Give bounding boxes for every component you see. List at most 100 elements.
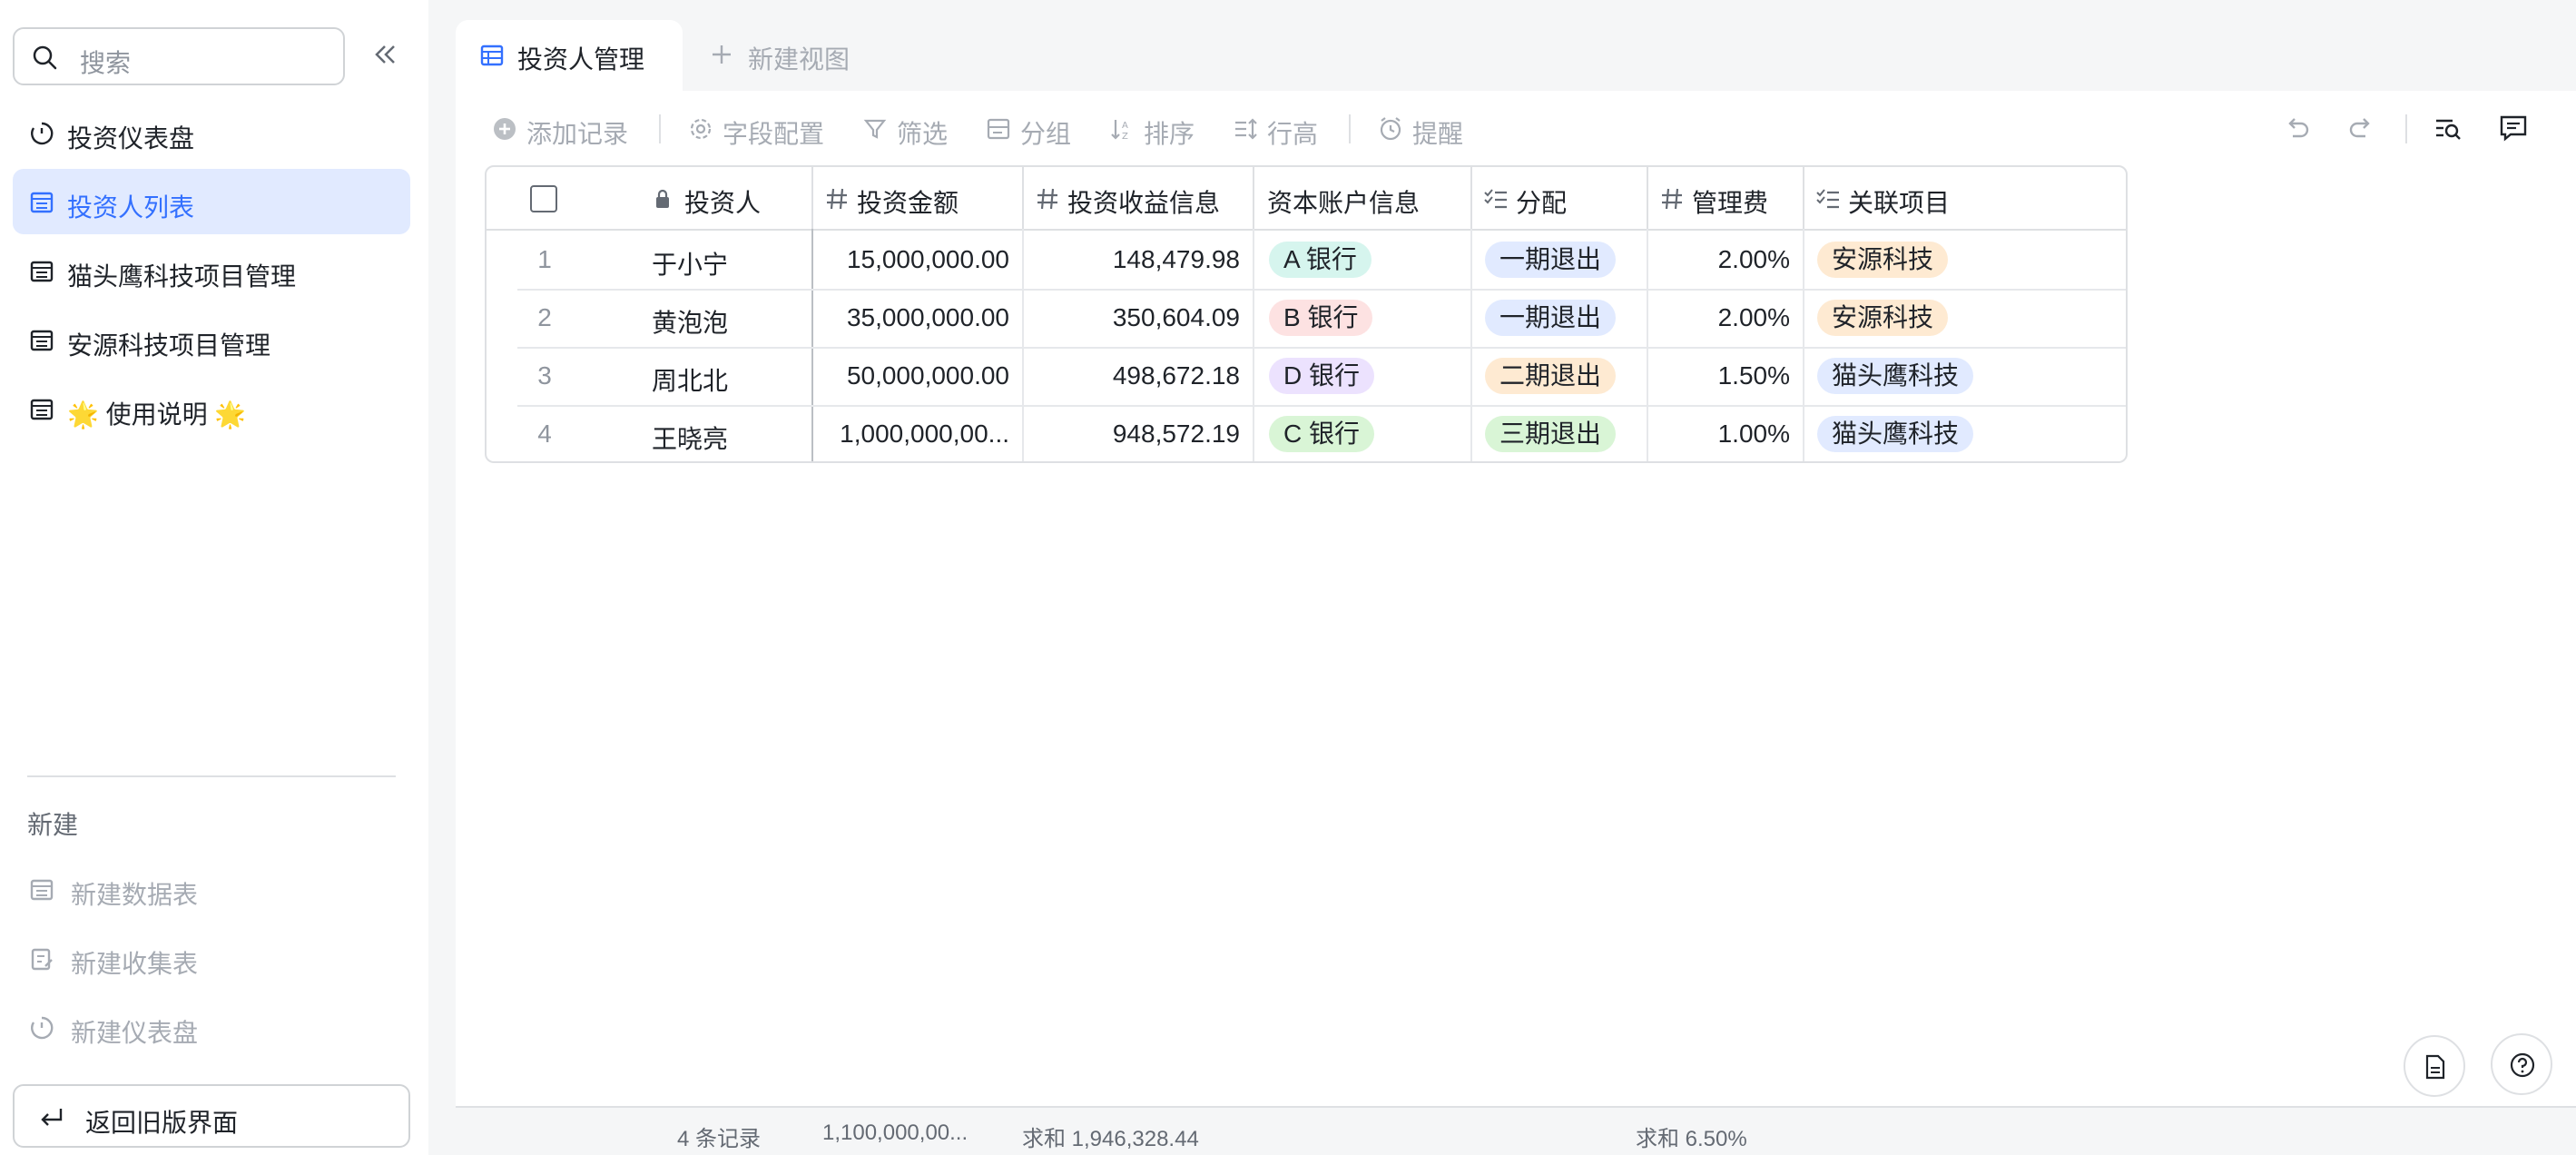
form-icon [31,948,53,971]
cell-fee[interactable]: 2.00% [1648,245,1790,274]
search-input[interactable]: 搜索 [13,27,345,85]
new-item-label: 新建收集表 [71,950,199,978]
collapse-sidebar-icon[interactable] [369,38,401,71]
sidebar: 搜索 投资仪表盘 投资人列表 猫头鹰科技项目管理 安源科技项目管理 🌟 使用说明… [0,0,428,1155]
tag-distribution[interactable]: 二期退出 [1485,358,1617,394]
sort-label: 排序 [1144,120,1195,148]
sidebar-item-investor-list[interactable]: 投资人列表 [13,169,410,234]
column-header-label: 分配 [1516,189,1568,217]
income-summary[interactable]: 求和 1,946,328.44 [1022,1120,1199,1152]
tag-project[interactable]: 安源科技 [1817,242,1949,278]
table-row[interactable]: 1 于小宁 15,000,000.00 148,479.98 A 银行 一期退出… [487,231,2126,289]
number-field-icon [1662,188,1682,210]
data-grid: 投资人 投资金额 投资收益信息 资本账户信息 分配 管理费 关联项目 1 于小宁… [485,165,2128,463]
search-placeholder: 搜索 [80,49,132,77]
cell-income[interactable]: 148,479.98 [1024,245,1240,274]
sidebar-item-label: 安源科技项目管理 [67,331,271,360]
column-header-income[interactable]: 投资收益信息 [1024,167,1254,231]
cell-investor[interactable]: 于小宁 [652,245,728,281]
tag-account[interactable]: B 银行 [1269,300,1373,336]
svg-text:A: A [1122,121,1128,131]
cell-income[interactable]: 498,672.18 [1024,361,1240,390]
amount-summary[interactable]: 1,100,000,00... [822,1120,968,1146]
table-icon [480,44,504,66]
cell-investor[interactable]: 黄泡泡 [652,303,728,340]
dashboard-icon [31,122,54,145]
column-header-project[interactable]: 关联项目 [1804,167,2126,231]
document-button[interactable] [2404,1035,2465,1097]
column-header-label: 资本账户信息 [1267,189,1421,217]
tab-label: 投资人管理 [517,45,645,74]
table-icon [30,261,54,282]
add-record-label: 添加记录 [526,120,629,148]
comment-icon[interactable] [2498,113,2529,143]
search-records-icon[interactable] [2433,113,2463,143]
tag-distribution[interactable]: 一期退出 [1485,242,1617,278]
sidebar-item-anyuan-tech-project[interactable]: 安源科技项目管理 [13,307,410,372]
cell-amount[interactable]: 50,000,000.00 [813,361,1009,390]
row-number: 4 [537,420,552,448]
new-item-label: 新建仪表盘 [71,1019,199,1047]
help-button[interactable] [2491,1033,2552,1095]
new-view-label: 新建视图 [748,45,850,74]
column-header-account[interactable]: 资本账户信息 [1254,167,1472,231]
plus-icon [713,45,731,64]
search-icon [33,45,57,70]
back-button-label: 返回旧版界面 [85,1109,239,1137]
cell-amount[interactable]: 35,000,000.00 [813,303,1009,332]
multi-select-icon [1484,189,1507,209]
column-header-label: 投资人 [684,189,762,217]
tab-investor-management[interactable]: 投资人管理 [456,20,683,93]
table-row[interactable]: 3 周北北 50,000,000.00 498,672.18 D 银行 二期退出… [487,347,2126,405]
column-header-amount[interactable]: 投资金额 [813,167,1024,231]
back-to-old-ui-button[interactable]: 返回旧版界面 [13,1084,410,1148]
tag-account[interactable]: D 银行 [1269,358,1375,394]
cell-amount[interactable]: 1,000,000,00... [813,420,1009,449]
tag-account[interactable]: C 银行 [1269,416,1375,452]
column-header-label: 投资金额 [857,189,959,217]
cell-fee[interactable]: 1.00% [1648,420,1790,449]
new-datatable-button[interactable]: 新建数据表 [27,863,390,917]
sidebar-item-investment-dashboard[interactable]: 投资仪表盘 [13,100,410,165]
tag-distribution[interactable]: 一期退出 [1485,300,1617,336]
new-section-title: 新建 [27,811,79,839]
cell-fee[interactable]: 1.50% [1648,361,1790,390]
fee-summary[interactable]: 求和 6.50% [1636,1120,1747,1152]
sidebar-item-label: 投资仪表盘 [67,124,195,153]
new-form-button[interactable]: 新建收集表 [27,932,390,986]
tag-account[interactable]: A 银行 [1269,242,1372,278]
sidebar-item-owl-tech-project[interactable]: 猫头鹰科技项目管理 [13,238,410,303]
tag-project[interactable]: 猫头鹰科技 [1817,358,1974,394]
gear-icon [690,118,712,140]
number-field-icon [1037,188,1057,210]
cell-investor[interactable]: 周北北 [652,361,728,398]
tag-project[interactable]: 猫头鹰科技 [1817,416,1974,452]
column-header-distribution[interactable]: 分配 [1472,167,1648,231]
multi-select-icon [1816,189,1839,209]
cell-income[interactable]: 948,572.19 [1024,420,1240,449]
cell-investor[interactable]: 王晓亮 [652,420,728,456]
toolbar-divider [1349,114,1351,143]
cell-fee[interactable]: 2.00% [1648,303,1790,332]
column-header-label: 关联项目 [1848,189,1951,217]
table-row[interactable]: 2 黄泡泡 35,000,000.00 350,604.09 B 银行 一期退出… [487,289,2126,347]
field-config-label: 字段配置 [723,120,825,148]
reminder-label: 提醒 [1412,120,1464,148]
add-circle-icon [494,118,516,140]
group-icon [987,118,1010,140]
cell-amount[interactable]: 15,000,000.00 [813,245,1009,274]
tag-distribution[interactable]: 三期退出 [1485,416,1617,452]
new-dashboard-button[interactable]: 新建仪表盘 [27,1001,390,1055]
table-row[interactable]: 4 王晓亮 1,000,000,00... 948,572.19 C 银行 三期… [487,405,2126,461]
sidebar-item-instructions[interactable]: 🌟 使用说明 🌟 [13,376,410,441]
tag-project[interactable]: 安源科技 [1817,300,1949,336]
dashboard-icon [31,1016,54,1040]
row-number: 2 [537,303,552,331]
undo-icon[interactable] [2282,113,2313,143]
cell-income[interactable]: 350,604.09 [1024,303,1240,332]
column-header-investor[interactable]: 投资人 [487,167,813,231]
redo-icon[interactable] [2345,113,2376,143]
summary-bar: 4 条记录 1,100,000,00... 求和 1,946,328.44 求和… [456,1106,2576,1155]
column-header-fee[interactable]: 管理费 [1648,167,1804,231]
help-icon [2510,1052,2535,1078]
